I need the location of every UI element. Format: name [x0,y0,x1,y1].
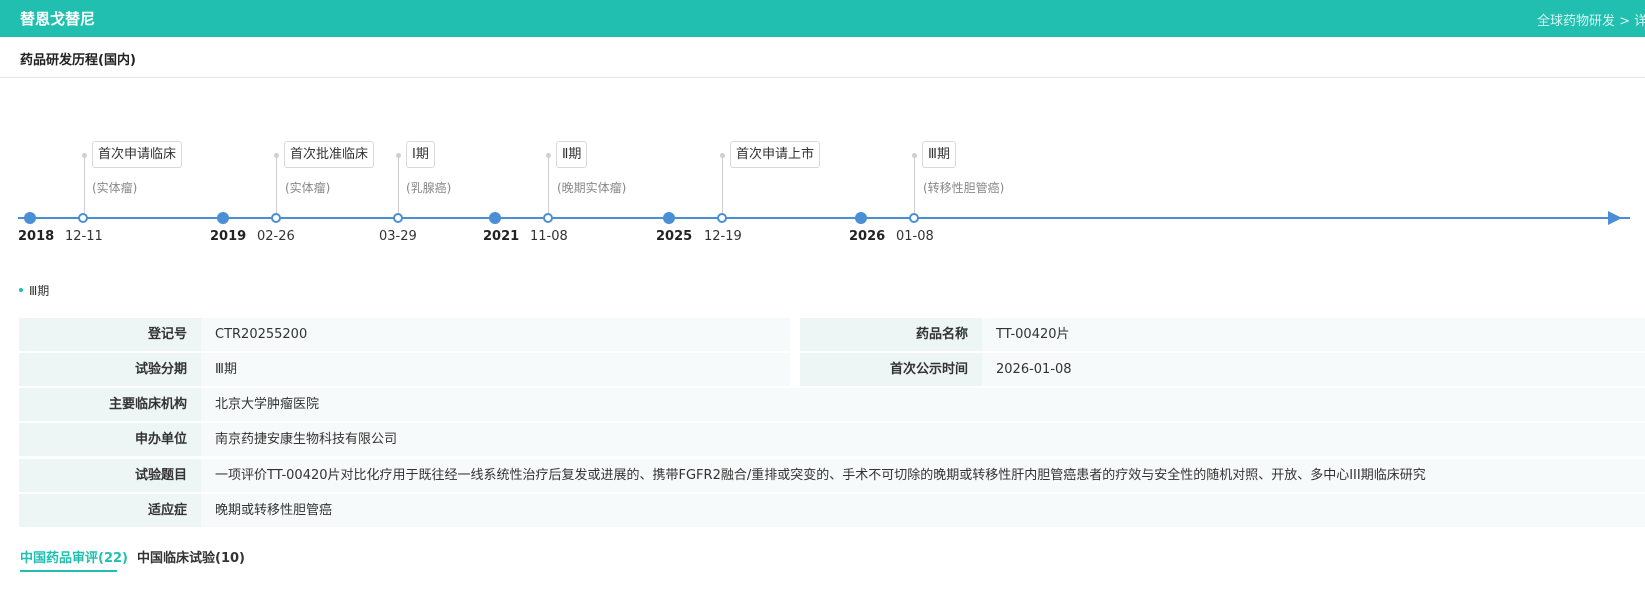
timeline: 2018 2019 2021 2025 2026 首次申请临床 (实体瘤) 12… [0,80,1645,260]
event-marker[interactable] [909,213,919,223]
tab-china-drug-review[interactable]: 中国药品审评(22) [20,547,128,566]
event-tag[interactable]: 首次申请临床 [92,141,183,168]
institution-label: 主要临床机构 [19,388,201,421]
phase-heading: Ⅲ期 [29,284,50,298]
trial-phase-label: 试验分期 [19,353,201,386]
reg-no-label: 登记号 [19,318,201,351]
event-stem-cap [720,153,725,158]
trial-title-value: 一项评价TT-00420片对比化疗用于既往经一线系统性治疗后复发或进展的、携带F… [201,459,1645,492]
event-tag[interactable]: Ⅲ期 [922,141,956,168]
tab-china-clinical-trials[interactable]: 中国临床试验(10) [137,547,245,566]
event-date: 12-11 [65,229,103,244]
year-label: 2018 [18,229,55,244]
divider [0,77,1645,78]
year-label: 2025 [656,229,693,244]
event-stem [84,156,85,213]
event-date: 03-29 [379,229,417,244]
year-label: 2026 [849,229,886,244]
trial-phase-value: Ⅲ期 [201,353,790,386]
event-stem-cap [396,153,401,158]
year-marker [663,212,675,224]
event-note: (乳腺癌) [406,181,452,195]
event-marker[interactable] [271,213,281,223]
event-date: 11-08 [530,229,568,244]
sponsor-value: 南京药捷安康生物科技有限公司 [201,423,1645,456]
drug-title: 替恩戈替尼 [20,10,96,28]
event-stem-cap [912,153,917,158]
year-label: 2019 [210,229,247,244]
indication-label: 适应症 [19,494,201,527]
event-stem [722,156,723,213]
event-tag[interactable]: Ⅱ期 [556,141,588,168]
event-date: 12-19 [704,229,742,244]
event-marker[interactable] [543,213,553,223]
timeline-arrow-icon [1608,211,1622,225]
drug-name-label: 药品名称 [800,318,982,351]
event-stem [548,156,549,213]
event-stem-cap [274,153,279,158]
timeline-axis [18,217,1630,219]
sponsor-label: 申办单位 [19,423,201,456]
event-note: (实体瘤) [92,181,138,195]
indication-value: 晚期或转移性胆管癌 [201,494,1645,527]
reg-no-value: CTR20255200 [201,318,790,351]
event-date: 02-26 [257,229,295,244]
first-public-label: 首次公示时间 [800,353,982,386]
event-tag[interactable]: Ⅰ期 [406,141,435,168]
year-marker [24,212,36,224]
event-stem-cap [546,153,551,158]
event-tag[interactable]: 首次申请上市 [730,141,821,168]
event-stem [914,156,915,213]
year-label: 2021 [483,229,520,244]
event-marker[interactable] [717,213,727,223]
drug-name-value: TT-00420片 [982,318,1645,351]
top-bar: 替恩戈替尼 全球药物研发 > 详情 [0,0,1645,37]
year-marker [855,212,867,224]
first-public-value: 2026-01-08 [982,353,1645,386]
event-note: (晚期实体瘤) [557,181,627,195]
event-date: 01-08 [896,229,934,244]
trial-title-label: 试验题目 [19,459,201,492]
global-rd-link[interactable]: 全球药物研发 > 详情 [1537,10,1645,29]
event-stem [398,156,399,213]
event-stem [276,156,277,213]
event-note: (转移性胆管癌) [923,181,1005,195]
event-marker[interactable] [78,213,88,223]
section-title: 药品研发历程(国内) [20,53,136,68]
institution-value: 北京大学肿瘤医院 [201,388,1645,421]
year-marker [489,212,501,224]
active-tab-indicator [20,570,117,572]
bullet-icon [19,288,23,292]
event-note: (实体瘤) [285,181,331,195]
event-marker[interactable] [393,213,403,223]
year-marker [217,212,229,224]
event-tag[interactable]: 首次批准临床 [284,141,375,168]
event-stem-cap [82,153,87,158]
